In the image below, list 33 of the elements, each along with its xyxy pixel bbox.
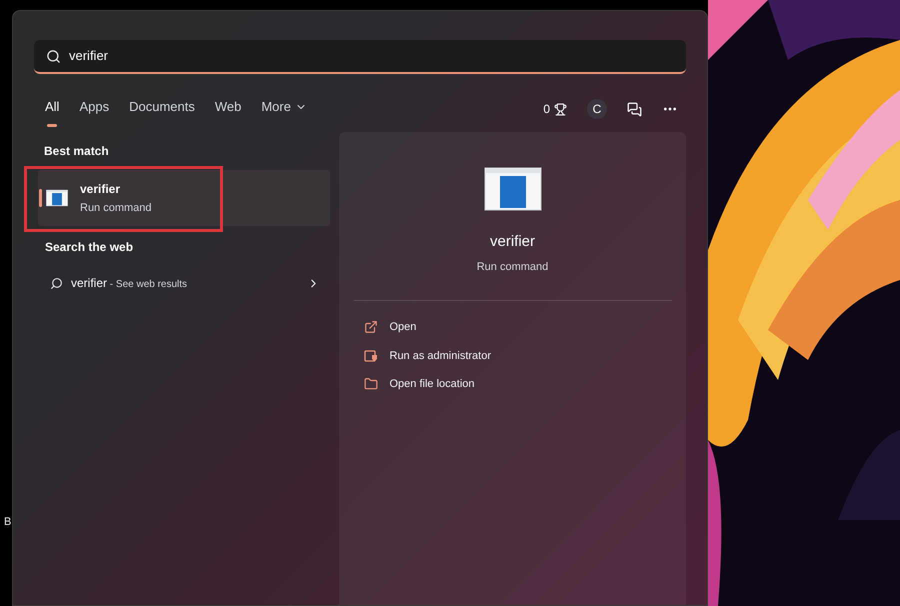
search-icon: [46, 48, 61, 64]
action-item[interactable]: Open: [364, 319, 672, 336]
filter-tab[interactable]: Web: [214, 97, 242, 121]
window-icon: [46, 189, 68, 207]
result-item[interactable]: verifier Run command: [38, 170, 330, 226]
preview-subtitle: Run command: [476, 260, 548, 274]
open-external-icon: [364, 320, 378, 334]
selected-tab-indicator: [47, 124, 57, 127]
filter-tab[interactable]: All: [45, 97, 60, 121]
search-input[interactable]: verifier: [69, 46, 674, 66]
folder-icon: [364, 377, 378, 392]
selection-indicator: [39, 189, 42, 207]
search-field[interactable]: verifier: [34, 40, 686, 74]
search-icon: [50, 276, 63, 290]
window-icon: [484, 167, 542, 211]
filter-tab[interactable]: Apps: [79, 97, 110, 121]
preview-title: verifier: [490, 232, 535, 252]
result-subtitle: Run command: [80, 200, 152, 216]
rewards-button[interactable]: 0: [543, 100, 567, 118]
filter-tab[interactable]: More: [261, 97, 307, 121]
section-heading: Best match: [44, 143, 110, 160]
web-result-text: verifier - See web results: [71, 275, 188, 292]
desktop-label: B: [3, 515, 12, 530]
filter-tab[interactable]: Documents: [129, 97, 195, 121]
result-title: verifier: [80, 180, 120, 198]
section-heading: Search the web: [45, 239, 134, 256]
web-result-item[interactable]: verifier - See web results: [50, 274, 320, 292]
trophy-icon: [554, 102, 567, 116]
action-item[interactable]: Open file location: [364, 376, 672, 392]
action-item[interactable]: Run as administrator: [364, 348, 672, 364]
shield-window-icon: [364, 348, 378, 363]
account-avatar[interactable]: C: [587, 99, 607, 119]
chat-icon[interactable]: [627, 102, 642, 116]
